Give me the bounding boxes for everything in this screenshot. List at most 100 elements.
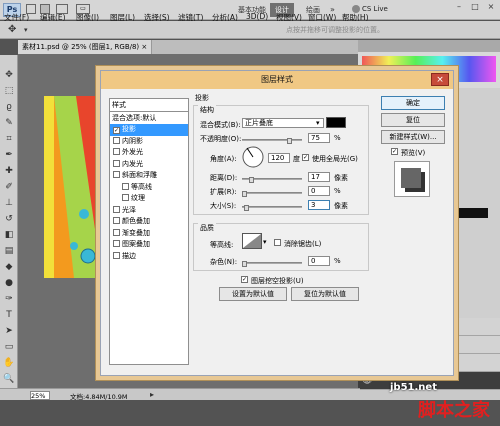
dodge-tool-icon[interactable]: ● xyxy=(3,277,15,289)
dialog-title: 图层样式 xyxy=(261,75,293,84)
style-label: 颜色叠加 xyxy=(122,217,150,225)
angle-input[interactable]: 120 xyxy=(268,153,290,163)
style-item[interactable]: 光泽 xyxy=(110,205,188,217)
spread-input[interactable]: 0 xyxy=(308,186,330,196)
history-brush-tool-icon[interactable]: ↺ xyxy=(3,213,15,225)
style-checkbox[interactable] xyxy=(113,228,120,236)
shape-tool-icon[interactable]: ▭ xyxy=(3,341,15,353)
menu-3d[interactable]: 3D(D) xyxy=(246,12,268,21)
crop-tool-icon[interactable]: ⌗ xyxy=(3,133,15,145)
eyedropper-tool-icon[interactable]: ✒ xyxy=(3,149,15,161)
panel-tabs[interactable] xyxy=(358,40,500,52)
blend-options-item[interactable]: 混合选项:默认 xyxy=(110,113,188,124)
contour-picker[interactable] xyxy=(242,233,262,249)
style-item[interactable]: 等高线 xyxy=(110,182,188,194)
style-item[interactable]: 斜面和浮雕 xyxy=(110,170,188,182)
size-input[interactable]: 3 xyxy=(308,200,330,210)
dialog-titlebar[interactable]: 图层样式 × xyxy=(101,71,453,89)
style-items: 投影内阴影外发光内发光斜面和浮雕等高线纹理光泽颜色叠加渐变叠加图案叠加描边 xyxy=(110,124,188,274)
zoom-tool-icon[interactable]: 🔍 xyxy=(3,373,15,385)
preview-checkbox[interactable] xyxy=(391,148,398,155)
color-stop xyxy=(458,208,488,218)
style-checkbox[interactable] xyxy=(113,136,120,144)
brush-tool-icon[interactable]: ✐ xyxy=(3,181,15,193)
style-item[interactable]: 内发光 xyxy=(110,159,188,171)
path-select-tool-icon[interactable]: ➤ xyxy=(3,325,15,337)
distance-unit: 像素 xyxy=(334,174,348,182)
chevron-down-icon: ▾ xyxy=(316,119,320,127)
style-checkbox[interactable] xyxy=(122,194,129,201)
style-item[interactable]: 描边 xyxy=(110,251,188,263)
spread-slider[interactable] xyxy=(242,192,302,194)
global-light-label: 使用全局光(G) xyxy=(312,155,358,163)
style-item[interactable]: 内阴影 xyxy=(110,136,188,148)
style-item[interactable]: 图案叠加 xyxy=(110,239,188,251)
noise-slider-knob[interactable] xyxy=(242,261,247,267)
reset-default-button[interactable]: 复位为默认值 xyxy=(291,287,359,301)
clone-stamp-tool-icon[interactable]: ⊥ xyxy=(3,197,15,209)
set-default-button[interactable]: 设置为默认值 xyxy=(219,287,287,301)
status-menu-icon[interactable]: ▸ xyxy=(150,390,154,399)
close-icon[interactable]: × xyxy=(431,73,449,86)
angle-dial[interactable] xyxy=(242,146,264,168)
new-style-button[interactable]: 新建样式(W)... xyxy=(381,130,445,144)
watermark-text: 脚本之家 xyxy=(418,400,490,421)
artwork-canvas xyxy=(44,96,106,278)
pen-tool-icon[interactable]: ✑ xyxy=(3,293,15,305)
style-item[interactable]: 颜色叠加 xyxy=(110,216,188,228)
opacity-slider-knob[interactable] xyxy=(287,138,292,144)
style-checkbox[interactable] xyxy=(113,217,120,224)
tool-preset-dropdown-icon[interactable]: ▾ xyxy=(24,26,28,34)
blend-mode-label: 混合模式(B): xyxy=(200,121,241,129)
noise-input[interactable]: 0 xyxy=(308,256,330,266)
ok-button[interactable]: 确定 xyxy=(381,96,445,110)
hand-tool-icon[interactable]: ✋ xyxy=(3,357,15,369)
opacity-slider[interactable] xyxy=(242,139,302,141)
shadow-color-swatch[interactable] xyxy=(326,117,346,128)
spread-slider-knob[interactable] xyxy=(242,191,247,197)
style-checkbox[interactable] xyxy=(113,205,120,213)
style-item[interactable]: 纹理 xyxy=(110,193,188,205)
type-tool-icon[interactable]: T xyxy=(3,309,15,321)
global-light-checkbox[interactable] xyxy=(302,154,309,161)
zoom-level[interactable]: 25% xyxy=(30,391,50,400)
style-checkbox[interactable] xyxy=(113,159,120,167)
size-slider[interactable] xyxy=(242,206,302,208)
distance-input[interactable]: 17 xyxy=(308,172,330,182)
style-preview xyxy=(394,161,430,197)
knockout-checkbox[interactable] xyxy=(241,276,248,283)
move-tool-icon[interactable]: ✥ xyxy=(3,69,15,81)
style-checkbox[interactable] xyxy=(113,127,120,134)
move-tool-icon[interactable]: ✥ xyxy=(8,24,16,35)
watermark-url: jb51.net xyxy=(390,382,437,393)
gradient-tool-icon[interactable]: ▤ xyxy=(3,245,15,257)
opacity-input[interactable]: 75 xyxy=(308,133,330,143)
style-item[interactable]: 外发光 xyxy=(110,147,188,159)
marquee-tool-icon[interactable]: ⬚ xyxy=(3,85,15,97)
eraser-tool-icon[interactable]: ◧ xyxy=(3,229,15,241)
style-item[interactable]: 渐变叠加 xyxy=(110,228,188,240)
healing-brush-tool-icon[interactable]: ✚ xyxy=(3,165,15,177)
quick-select-tool-icon[interactable]: ✎ xyxy=(3,117,15,129)
spread-unit: % xyxy=(334,187,341,195)
distance-slider-knob[interactable] xyxy=(249,177,254,183)
style-item[interactable]: 投影 xyxy=(110,124,188,136)
spread-label: 扩展(R): xyxy=(210,188,237,196)
style-checkbox[interactable] xyxy=(113,148,120,155)
document-tab[interactable]: 素材11.psd @ 25% (图层1, RGB/8) × xyxy=(18,40,153,54)
chevron-down-icon[interactable]: ▾ xyxy=(263,238,267,246)
eye-icon[interactable]: 👁 xyxy=(362,376,372,385)
noise-slider[interactable] xyxy=(242,262,302,264)
blur-tool-icon[interactable]: ◆ xyxy=(3,261,15,273)
style-checkbox[interactable] xyxy=(122,182,129,190)
styles-header[interactable]: 样式 xyxy=(110,99,188,112)
style-checkbox[interactable] xyxy=(113,251,120,259)
document-tab-bar: 素材11.psd @ 25% (图层1, RGB/8) × xyxy=(18,40,358,54)
blend-mode-select[interactable]: 正片叠底 ▾ xyxy=(242,118,324,128)
style-checkbox[interactable] xyxy=(113,240,120,247)
antialias-checkbox[interactable] xyxy=(274,239,281,246)
lasso-tool-icon[interactable]: ϱ xyxy=(3,101,15,113)
size-slider-knob[interactable] xyxy=(244,205,249,211)
reset-button[interactable]: 复位 xyxy=(381,113,445,127)
style-checkbox[interactable] xyxy=(113,171,120,178)
